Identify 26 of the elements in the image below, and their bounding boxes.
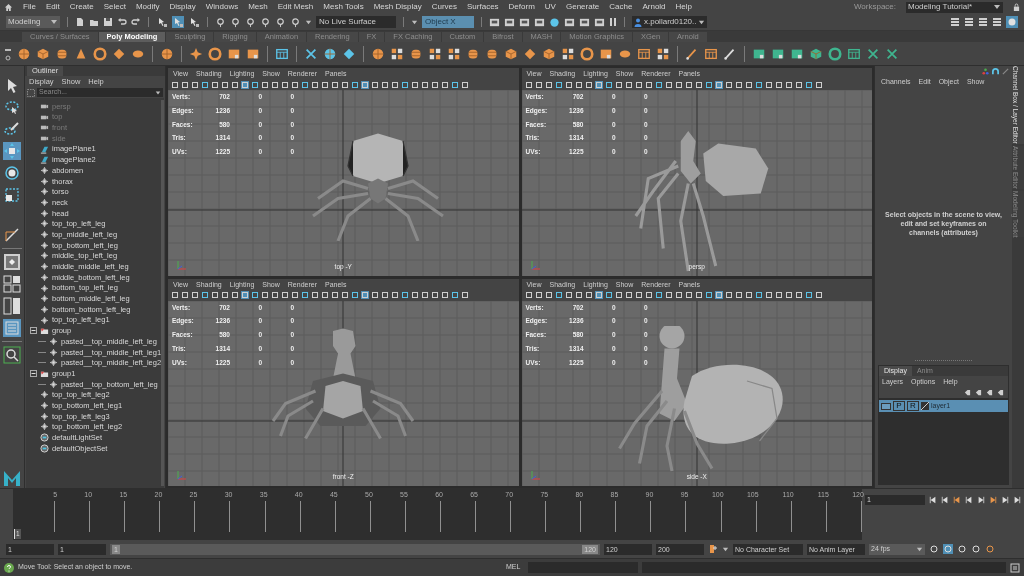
- menu-item[interactable]: Deform: [508, 3, 535, 11]
- menu-set-dropdown[interactable]: Modeling: [6, 16, 60, 28]
- menu-item[interactable]: Arnold: [642, 3, 666, 11]
- menu-item[interactable]: Generate: [565, 3, 600, 11]
- menu-item[interactable]: Create: [69, 3, 94, 11]
- menu-item[interactable]: Mesh Display: [373, 3, 422, 11]
- menu-item[interactable]: File: [23, 3, 36, 11]
- menu-item[interactable]: Edit: [45, 3, 60, 11]
- menu-item[interactable]: Curves: [431, 3, 457, 11]
- live-surface-field[interactable]: No Live Surface: [316, 16, 396, 28]
- menu-item[interactable]: Mesh Tools: [323, 3, 364, 11]
- menu-item[interactable]: Windows: [205, 3, 239, 11]
- menu-item[interactable]: Modify: [135, 3, 160, 11]
- render-toggle[interactable]: R: [907, 401, 919, 411]
- menu-item[interactable]: Mesh: [248, 3, 268, 11]
- menu-item[interactable]: Edit Mesh: [277, 3, 314, 11]
- menu-item[interactable]: Cache: [609, 3, 633, 11]
- menu-item[interactable]: UV: [544, 3, 556, 11]
- user-account-button[interactable]: x.pollard0120..: [632, 16, 708, 28]
- workspace-dropdown[interactable]: Modeling Tutorial*: [906, 1, 1003, 13]
- menu-item[interactable]: Help: [675, 3, 692, 11]
- workspace-label: Workspace:: [853, 1, 896, 13]
- menu-item[interactable]: Select: [103, 3, 126, 11]
- menu-item[interactable]: Display: [169, 3, 196, 11]
- playback-toggle[interactable]: P: [893, 401, 905, 411]
- menu-item[interactable]: Surfaces: [467, 3, 499, 11]
